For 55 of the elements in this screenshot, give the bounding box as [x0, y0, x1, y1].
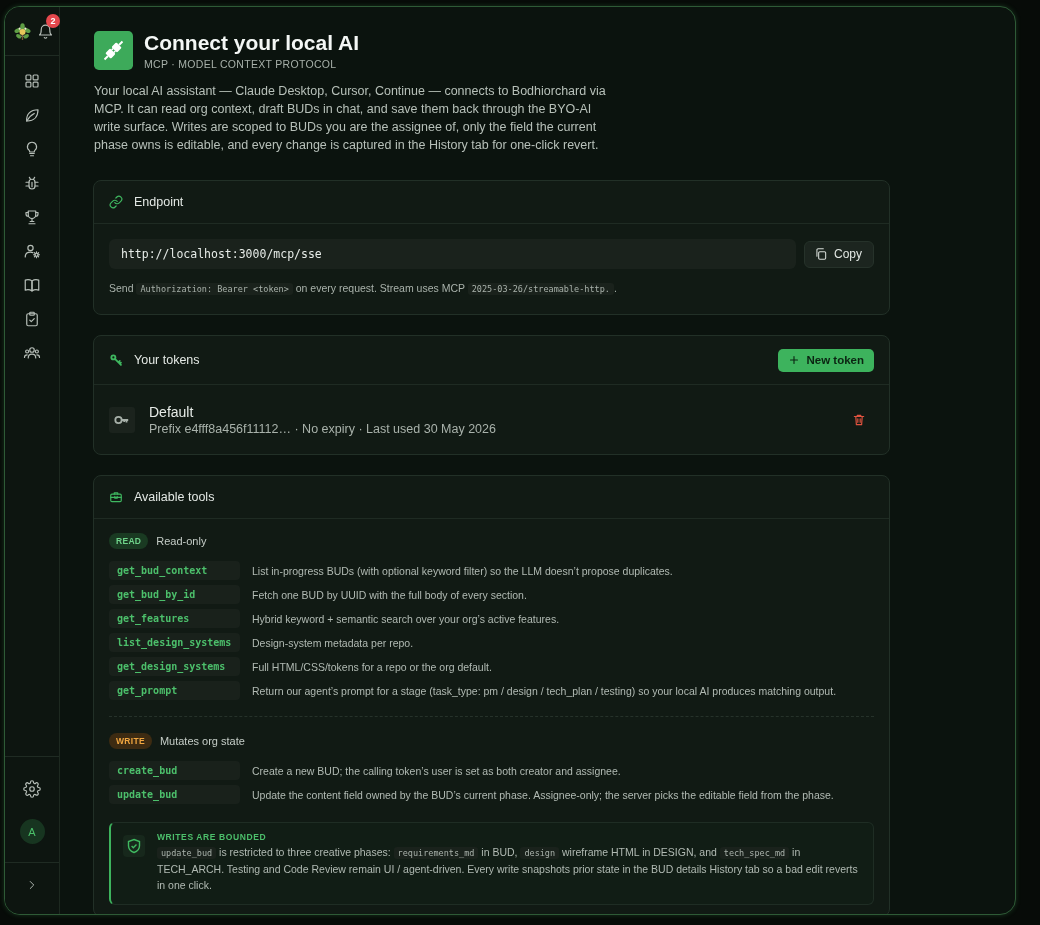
- shield-check-icon: [123, 835, 145, 857]
- tool-description: Design-system metadata per repo.: [252, 636, 414, 649]
- settings-icon[interactable]: [23, 780, 41, 798]
- new-token-button[interactable]: New token: [778, 348, 874, 372]
- tool-name: list_design_systems: [109, 633, 240, 652]
- token-meta: Prefix e4fff8a456f11112… · No expiry · Last used 30 May 2026: [149, 422, 497, 436]
- token-name: Default: [149, 404, 195, 420]
- url-field: http://localhost:3000/mcp/sse: [109, 239, 796, 269]
- leaf-icon[interactable]: [23, 106, 41, 124]
- user-avatar[interactable]: A: [19, 819, 45, 844]
- group-label: Read-only: [156, 535, 207, 547]
- copy-icon: [814, 247, 828, 261]
- tool-name: get_design_systems: [109, 657, 240, 676]
- trophy-icon[interactable]: [23, 208, 41, 226]
- tool-description: Create a new BUD; the calling token’s user is set as both creator and assignee.: [252, 764, 621, 777]
- trash-icon[interactable]: [852, 413, 866, 427]
- permission-badge: READ: [109, 533, 149, 549]
- plug-icon: [94, 30, 133, 70]
- tool-description: Return our agent’s prompt for a stage (task_type: pm / design / tech_plan / testing) so your local AI produces matching output.: [252, 684, 837, 697]
- page-title: Connect your local AI: [144, 30, 360, 55]
- permission-badge: WRITE: [109, 733, 152, 749]
- clipboard-check-icon[interactable]: [23, 310, 41, 328]
- tool-description: Full HTML/CSS/tokens for a repo or the org default.: [252, 660, 492, 673]
- grid-icon[interactable]: [23, 72, 41, 90]
- flower-icon[interactable]: [13, 21, 32, 41]
- intro-paragraph: Your local AI assistant — Claude Desktop, Cursor, Continue — connects to Bodhiorchard via MCP. It can read org context, draft BUDs in chat, and save them back through the BYO-AI write surface. Writes are scoped to BUDs you are the assignee of, only the field the current phase owns is editable, and every change is captured in the History tab for one-click revert.: [94, 83, 607, 154]
- link-icon: [109, 195, 123, 209]
- notification-count: 2: [46, 13, 60, 28]
- page-subtitle: MCP · MODEL CONTEXT PROTOCOL: [144, 58, 338, 70]
- bell-icon[interactable]: [37, 22, 54, 40]
- bug-icon[interactable]: [23, 174, 41, 192]
- endpoint-note: Send Authorization: Bearer <token> on every request. Stream uses MCP 2025-03-26/streamable-http. .: [109, 281, 618, 297]
- key-icon: [109, 353, 123, 367]
- notice-title: WRITES ARE BOUNDED: [157, 832, 268, 842]
- card-title: Available tools: [134, 490, 215, 504]
- tool-description: Update the content field owned by the BUD’s current phase. Assignee-only; the server picks the editable field from the phase.: [252, 788, 834, 801]
- user-gear-icon[interactable]: [23, 242, 41, 260]
- group-label: Mutates org state: [159, 735, 245, 747]
- book-icon[interactable]: [23, 276, 41, 294]
- notice-text: update_bud is restricted to three creative phases: requirements_md in BUD, design wireframe HTML in DESIGN, and tech_spec_md in TECH_ARCH. Testing and Code Review remain UI / agent-driven. Every write snapshots prior state in the BUD details History tab so a bad edit reverts in one click.: [157, 845, 859, 893]
- tool-name: get_prompt: [109, 681, 240, 700]
- tool-description: List in-progress BUDs (with optional keyword filter) so the LLM doesn’t propose duplicates.: [252, 564, 673, 577]
- tool-name: update_bud: [109, 785, 240, 804]
- tool-name: get_features: [109, 609, 240, 628]
- briefcase-icon: [109, 490, 123, 504]
- tool-description: Fetch one BUD by UUID with the full body of every section.: [252, 588, 527, 601]
- tool-name: get_bud_by_id: [109, 585, 240, 604]
- plus-icon: [788, 354, 801, 366]
- key-icon: [109, 407, 135, 433]
- card-title: Your tokens: [134, 353, 200, 367]
- tool-description: Hybrid keyword + semantic search over your org’s active features.: [252, 612, 560, 625]
- card-title: Endpoint: [134, 195, 184, 209]
- tool-name: get_bud_context: [109, 561, 240, 580]
- copy-button[interactable]: Copy: [804, 240, 874, 268]
- tool-name: create_bud: [109, 761, 240, 780]
